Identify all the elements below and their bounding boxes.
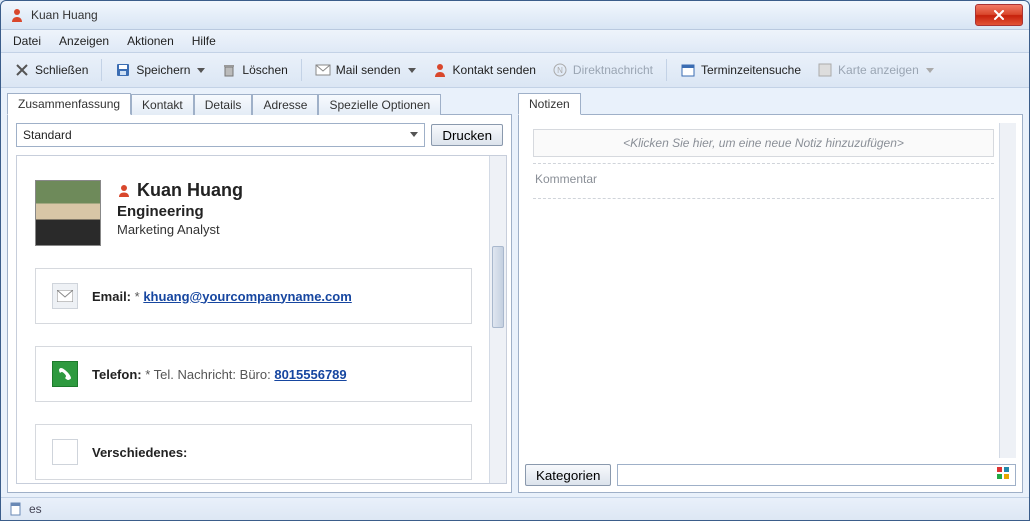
toolbar-mail-label: Mail senden [336,63,401,77]
tab-notes[interactable]: Notizen [518,93,581,115]
phone-required-mark: * [145,367,150,382]
phone-hint: Tel. Nachricht: Büro: [154,367,271,382]
contact-photo [35,180,101,246]
toolbar-close[interactable]: Schließen [7,58,95,82]
tab-contact[interactable]: Kontakt [131,94,194,115]
email-required-mark: * [135,289,140,304]
save-icon [115,62,131,78]
add-note-placeholder[interactable]: <Klicken Sie hier, um eine neue Notiz hi… [533,129,994,157]
close-icon [993,10,1005,20]
toolbar-direct-message-label: Direktnachricht [573,63,653,77]
status-doc-icon [9,502,23,516]
menu-actions[interactable]: Aktionen [119,32,182,50]
toolbar-send-contact[interactable]: Kontakt senden [425,58,543,82]
tab-summary[interactable]: Zusammenfassung [7,93,131,115]
separator [301,59,302,81]
separator [101,59,102,81]
toolbar-mail[interactable]: Mail senden [308,58,423,82]
left-tab-content: Standard Drucken Kuan Huang [7,114,512,493]
tab-address[interactable]: Adresse [252,94,318,115]
contact-department: Engineering [117,203,243,220]
toolbar-show-map: Karte anzeigen [810,58,941,82]
person-header: Kuan Huang Engineering Marketing Analyst [35,180,472,246]
toolbar-save[interactable]: Speichern [108,58,212,82]
summary-header-row: Standard Drucken [8,115,511,155]
category-picker-icon[interactable] [997,467,1011,481]
toolbar-send-contact-label: Kontakt senden [453,63,536,77]
toolbar: Schließen Speichern Löschen Mail senden … [1,53,1029,88]
email-label: Email: [92,289,131,304]
contact-role: Marketing Analyst [117,222,243,237]
svg-text:N: N [557,66,563,75]
direct-message-icon: N [552,62,568,78]
mail-icon [52,283,78,309]
window-title: Kuan Huang [31,8,98,22]
view-selector[interactable]: Standard [16,123,425,147]
main-body: Zusammenfassung Kontakt Details Adresse … [1,88,1029,497]
tab-special[interactable]: Spezielle Optionen [318,94,441,115]
left-tabs: Zusammenfassung Kontakt Details Adresse … [7,92,512,114]
categories-row: Kategorien [525,458,1016,486]
misc-label: Verschiedenes: [92,445,187,460]
calendar-search-icon [680,62,696,78]
phone-card: Telefon: * Tel. Nachricht: Büro: 8015556… [35,346,472,402]
summary-view: Kuan Huang Engineering Marketing Analyst… [16,155,507,484]
categories-button[interactable]: Kategorien [525,464,611,486]
app-person-icon [9,7,25,23]
menu-help[interactable]: Hilfe [184,32,224,50]
toolbar-busy-search-label: Terminzeitensuche [701,63,801,77]
chevron-down-icon [408,68,416,73]
view-selector-value: Standard [23,128,72,142]
notes-area: <Klicken Sie hier, um eine neue Notiz hi… [525,123,1016,458]
toolbar-show-map-label: Karte anzeigen [838,63,919,77]
chevron-down-icon [197,68,205,73]
toolbar-direct-message: N Direktnachricht [545,58,660,82]
toolbar-busy-search[interactable]: Terminzeitensuche [673,58,808,82]
menu-bar: Datei Anzeigen Aktionen Hilfe [1,30,1029,53]
menu-view[interactable]: Anzeigen [51,32,117,50]
chevron-down-icon [926,68,934,73]
trash-icon [221,62,237,78]
phone-icon [52,361,78,387]
right-tabs: Notizen [518,92,1023,114]
scrollbar[interactable] [489,156,506,483]
dash-separator [533,198,994,199]
mail-icon [315,62,331,78]
blank-icon [52,439,78,465]
phone-label: Telefon: [92,367,142,382]
comment-label: Kommentar [525,166,1016,192]
left-pane: Zusammenfassung Kontakt Details Adresse … [7,92,512,493]
print-button[interactable]: Drucken [431,124,503,146]
email-card: Email: * khuang@yourcompanyname.com [35,268,472,324]
title-bar: Kuan Huang [1,1,1029,30]
separator [666,59,667,81]
contact-name: Kuan Huang [137,180,243,201]
contact-icon [432,62,448,78]
phone-link[interactable]: 8015556789 [274,367,346,382]
person-mini-icon [117,184,131,198]
scrollbar[interactable] [999,123,1016,458]
status-bar: es [1,497,1029,520]
toolbar-save-label: Speichern [136,63,190,77]
email-link[interactable]: khuang@yourcompanyname.com [143,289,351,304]
right-pane: Notizen <Klicken Sie hier, um eine neue … [518,92,1023,493]
right-tab-content: <Klicken Sie hier, um eine neue Notiz hi… [518,114,1023,493]
window: Kuan Huang Datei Anzeigen Aktionen Hilfe… [0,0,1030,521]
dash-separator [533,163,994,164]
toolbar-close-label: Schließen [35,63,88,77]
window-close-button[interactable] [975,4,1023,26]
status-text: es [29,502,42,516]
map-icon [817,62,833,78]
toolbar-delete[interactable]: Löschen [214,58,294,82]
menu-file[interactable]: Datei [5,32,49,50]
chevron-down-icon [410,132,418,137]
misc-card: Verschiedenes: [35,424,472,480]
tab-details[interactable]: Details [194,94,253,115]
close-doc-icon [14,62,30,78]
scroll-thumb[interactable] [492,246,504,328]
toolbar-delete-label: Löschen [242,63,287,77]
categories-field[interactable] [617,464,1016,486]
